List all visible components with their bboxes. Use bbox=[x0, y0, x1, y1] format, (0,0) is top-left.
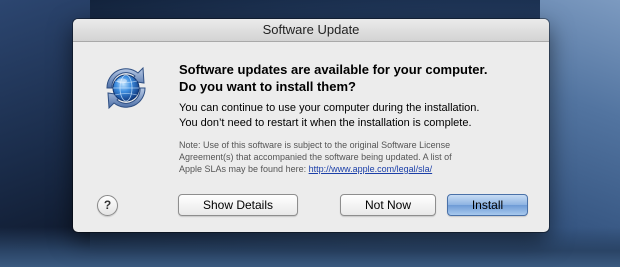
dialog-heading: Software updates are available for your … bbox=[179, 61, 539, 95]
desktop-wallpaper-bottom bbox=[0, 227, 620, 267]
heading-line-1: Software updates are available for your … bbox=[179, 62, 488, 77]
software-update-icon bbox=[97, 59, 155, 117]
note-line-2: Agreement(s) that accompanied the softwa… bbox=[179, 152, 452, 162]
sla-link[interactable]: http://www.apple.com/legal/sla/ bbox=[309, 164, 433, 174]
message-line-1: You can continue to use your computer du… bbox=[179, 102, 480, 114]
show-details-button[interactable]: Show Details bbox=[178, 194, 298, 216]
note-line-3-text: Apple SLAs may be found here: bbox=[179, 164, 309, 174]
dialog-message: You can continue to use your computer du… bbox=[179, 101, 539, 131]
message-line-2: You don’t need to restart it when the in… bbox=[179, 117, 472, 129]
not-now-button[interactable]: Not Now bbox=[340, 194, 436, 216]
note-line-3: Apple SLAs may be found here: http://www… bbox=[179, 163, 539, 175]
window-title[interactable]: Software Update bbox=[73, 19, 549, 42]
note-line-1: Note: Use of this software is subject to… bbox=[179, 140, 451, 150]
install-button[interactable]: Install bbox=[447, 194, 528, 216]
software-update-dialog: Software Update Software updates are ava… bbox=[73, 19, 549, 232]
heading-line-2: Do you want to install them? bbox=[179, 79, 356, 94]
license-note: Note: Use of this software is subject to… bbox=[179, 139, 539, 175]
help-button[interactable]: ? bbox=[97, 195, 118, 216]
